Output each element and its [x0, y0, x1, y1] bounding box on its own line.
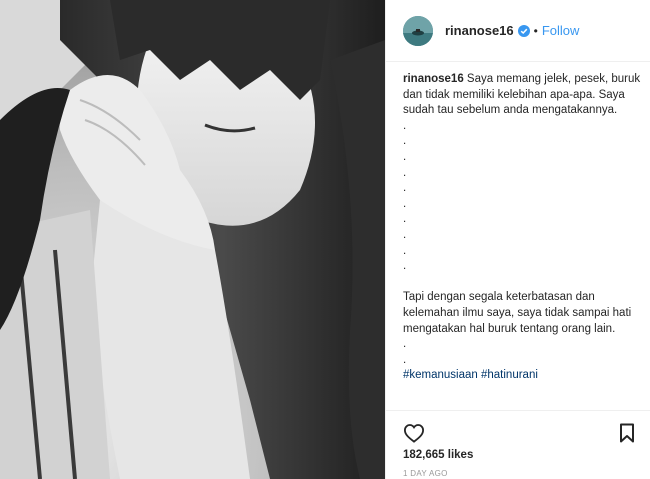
- post-caption: rinanose16 Saya memang jelek, pesek, bur…: [403, 72, 640, 384]
- caption-line: .: [403, 213, 407, 226]
- follow-button[interactable]: Follow: [542, 23, 580, 38]
- caption-line: .: [403, 119, 407, 132]
- caption-line: Tapi dengan segala keterbatasan dan: [403, 291, 595, 304]
- caption-line: .: [403, 182, 407, 195]
- avatar[interactable]: [403, 15, 433, 46]
- caption-line: .: [403, 150, 407, 163]
- caption-line: kelemahan ilmu saya, saya tidak sampai h…: [403, 306, 632, 319]
- caption-line: dan tidak memiliki kelebihan apa-apa. Sa…: [403, 88, 625, 101]
- caption-line: .: [403, 197, 407, 210]
- caption-username-link[interactable]: rinanose16: [403, 73, 464, 85]
- caption-line: .: [403, 244, 407, 257]
- caption-text: Saya memang jelek, pesek, buruk: [463, 73, 641, 85]
- instagram-post: rinanose16 • Follow rinanose16 Saya mema…: [0, 0, 650, 479]
- avatar-image: [403, 15, 433, 46]
- caption-line: .: [403, 166, 407, 179]
- caption-line: .: [403, 338, 407, 351]
- caption-line: mengatakan hal buruk tentang orang lain.: [403, 322, 616, 335]
- caption-line: .: [403, 135, 407, 148]
- post-timestamp[interactable]: 1 DAY AGO: [403, 469, 448, 478]
- separator-dot: •: [533, 23, 538, 38]
- caption-line: .: [403, 228, 407, 241]
- bookmark-icon[interactable]: [619, 423, 635, 448]
- username-link[interactable]: rinanose16: [445, 23, 514, 38]
- post-header: rinanose16 • Follow: [386, 0, 650, 62]
- caption-line: .: [403, 260, 407, 273]
- heart-icon[interactable]: [403, 423, 425, 448]
- caption-line: rinanose16 Saya memang jelek, pesek, bur…: [403, 72, 640, 88]
- caption-line: sudah tau sebelum anda mengatakannya.: [403, 104, 618, 117]
- post-footer: 182,665 likes 1 DAY AGO: [386, 410, 650, 479]
- caption-hashtags[interactable]: #kemanusiaan #hatinurani: [403, 368, 635, 384]
- likes-count[interactable]: 182,665 likes: [403, 449, 473, 461]
- post-sidebar: rinanose16 • Follow rinanose16 Saya mema…: [385, 0, 650, 479]
- verified-badge-icon: [517, 24, 530, 37]
- action-bar: [403, 423, 635, 445]
- photo-image: [0, 0, 385, 479]
- caption-line: .: [403, 353, 407, 366]
- caption-line: [403, 275, 635, 291]
- post-photo[interactable]: [0, 0, 385, 479]
